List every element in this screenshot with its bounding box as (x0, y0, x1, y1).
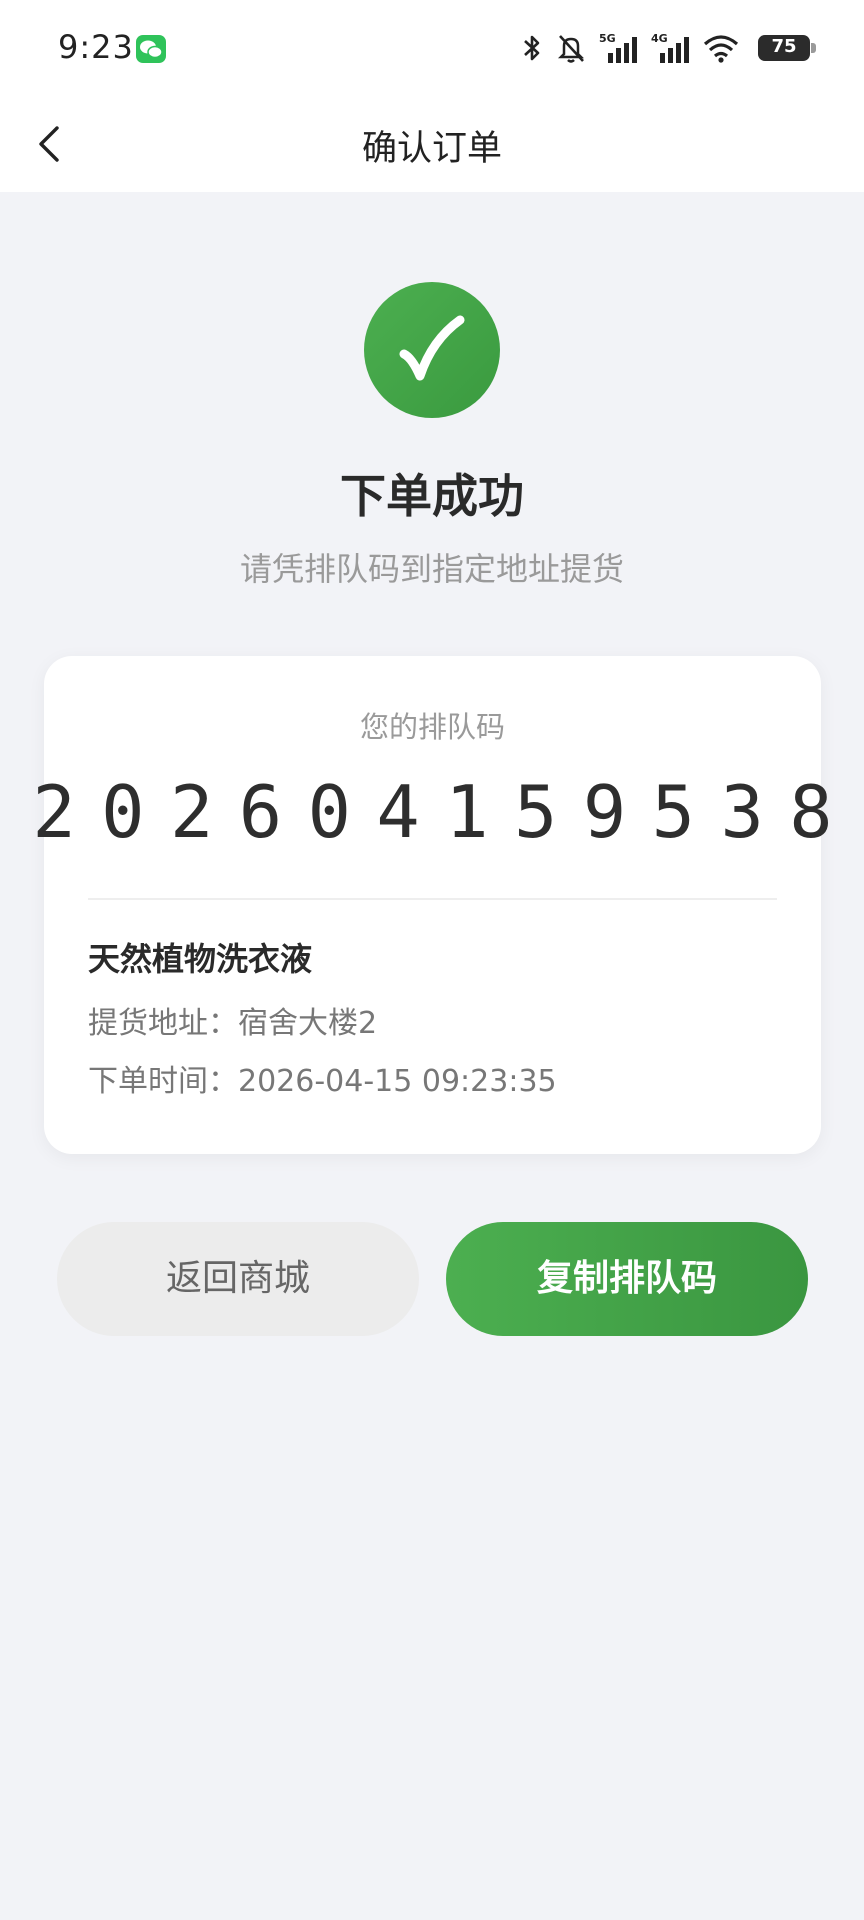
return-to-mall-button[interactable]: 返回商城 (57, 1222, 419, 1336)
order-time: 下单时间：2026-04-15 09:23:35 (88, 1056, 557, 1100)
battery-icon: 75 (758, 35, 816, 61)
page-title: 确认订单 (361, 129, 502, 169)
signal-5g-icon: 5G (599, 32, 637, 63)
success-subtitle: 请凭排队码到指定地址提货 (239, 550, 624, 588)
status-bar: 9:23 5G 4G 75 (0, 0, 864, 96)
queue-digit: 3 (720, 770, 764, 854)
order-time-value: 2026-04-15 09:23:35 (238, 1064, 557, 1099)
pickup-address: 提货地址：宿舍大楼2 (88, 998, 377, 1042)
success-title: 下单成功 (340, 469, 524, 523)
svg-text:4G: 4G (651, 32, 668, 45)
wechat-notification-icon (136, 35, 166, 63)
queue-code-label: 您的排队码 (359, 710, 505, 744)
order-time-label: 下单时间： (88, 1064, 238, 1099)
navigation-bar: 确认订单 (0, 96, 864, 192)
status-icons: 5G 4G 75 (520, 28, 816, 68)
bluetooth-icon (524, 35, 540, 61)
queue-digit: 4 (376, 770, 420, 854)
queue-digit: 5 (651, 770, 695, 854)
queue-digit: 1 (445, 770, 489, 854)
success-check-icon (364, 282, 500, 418)
wifi-icon (703, 35, 739, 63)
svg-text:5G: 5G (599, 32, 616, 45)
signal-4g-icon: 4G (651, 32, 689, 63)
pickup-address-label: 提货地址： (88, 1006, 238, 1041)
queue-code: 2 0 2 6 0 4 1 5 9 5 3 8 (26, 770, 839, 854)
queue-digit: 0 (101, 770, 145, 854)
queue-digit: 2 (32, 770, 76, 854)
battery-level: 75 (771, 36, 797, 57)
divider (88, 898, 777, 900)
mute-bell-icon (557, 35, 585, 63)
status-time: 9:23 (58, 28, 134, 66)
queue-digit: 8 (789, 770, 833, 854)
queue-digit: 2 (169, 770, 214, 854)
product-name: 天然植物洗衣液 (88, 940, 313, 978)
queue-digit: 6 (238, 770, 283, 854)
queue-digit: 0 (307, 770, 351, 854)
pickup-address-value: 宿舍大楼2 (238, 1006, 378, 1041)
queue-digit: 9 (582, 770, 627, 854)
queue-code-card: 您的排队码 2 0 2 6 0 4 1 5 9 5 3 8 天然植物洗衣液 提货… (32, 656, 833, 1154)
queue-digit: 5 (514, 770, 558, 854)
copy-queue-code-button[interactable]: 复制排队码 (446, 1222, 808, 1336)
